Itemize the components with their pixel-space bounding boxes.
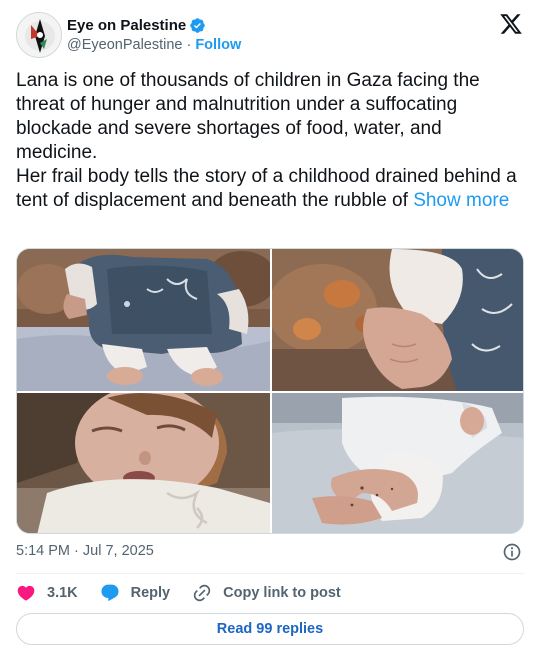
follow-button[interactable]: Follow	[195, 37, 241, 53]
author-name[interactable]: Eye on Palestine	[67, 17, 186, 34]
read-replies-label: Read 99 replies	[216, 621, 324, 637]
media-grid	[16, 248, 524, 534]
reply-bubble-icon	[101, 584, 119, 602]
reply-button[interactable]: Reply	[100, 583, 171, 603]
photo-child-face[interactable]	[17, 393, 270, 533]
link-icon	[193, 584, 211, 602]
post-timestamp[interactable]: 5:14 PM · Jul 7, 2025	[16, 543, 154, 559]
x-logo-icon[interactable]	[499, 12, 523, 36]
like-button[interactable]: 3.1K	[16, 583, 78, 603]
separator-dot: ·	[186, 37, 192, 53]
copy-link-button[interactable]: Copy link to post	[192, 583, 341, 603]
post-text: Lana is one of thousands of children in …	[16, 69, 526, 213]
action-bar: 3.1K Reply Copy link to post	[16, 582, 363, 604]
divider	[16, 573, 524, 574]
heart-icon	[17, 585, 35, 601]
photo-child-hand-closeup[interactable]	[272, 249, 523, 391]
verified-badge-icon	[190, 17, 205, 33]
author-block: Eye on Palestine @EyeonPalestine · Follo…	[67, 15, 241, 54]
show-more-link[interactable]: Show more	[413, 190, 509, 211]
photo-child-legs[interactable]	[272, 393, 523, 533]
photo-child-body-on-blanket[interactable]	[17, 249, 270, 391]
author-handle[interactable]: @EyeonPalestine	[67, 37, 182, 53]
reply-label: Reply	[130, 585, 171, 601]
copy-link-label: Copy link to post	[223, 585, 341, 601]
embedded-post-card: Eye on Palestine @EyeonPalestine · Follo…	[0, 0, 540, 660]
like-count: 3.1K	[47, 585, 78, 601]
read-replies-button[interactable]: Read 99 replies	[16, 613, 524, 645]
info-icon[interactable]	[502, 542, 522, 562]
author-avatar[interactable]	[16, 12, 62, 58]
